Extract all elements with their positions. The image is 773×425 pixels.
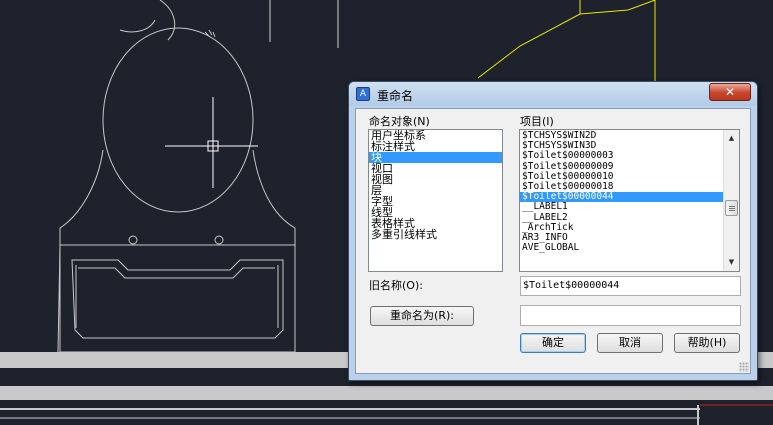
old-name-label: 旧名称(O): — [369, 279, 423, 292]
dialog-titlebar[interactable]: A 重命名 ✕ — [349, 82, 757, 106]
rename-to-input[interactable] — [520, 305, 741, 326]
items-label: 项目(I) — [520, 115, 554, 128]
list-item[interactable]: AVE_GLOBAL — [520, 242, 723, 253]
rename-dialog: A 重命名 ✕ 命名对象(N) 项目(I) 用户坐标系 标注样式块视口 视图层字型线… — [348, 81, 758, 381]
list-item[interactable]: __LABEL1 — [520, 202, 723, 212]
dialog-body: 命名对象(N) 项目(I) 用户坐标系 标注样式块视口 视图层字型 线型 表格样式 多重引… — [355, 108, 751, 374]
items-scrollbar[interactable]: ▲ ▼ — [723, 130, 739, 271]
items-list[interactable]: $TCHSYS$WIN2D $TCHSYS$WIN3D $Toilet$000000… — [519, 129, 740, 272]
rename-to-button[interactable]: 重命名为(R): — [370, 306, 474, 326]
resize-grip-icon[interactable] — [739, 362, 749, 372]
list-item[interactable]: 多重引线样式 — [369, 229, 502, 240]
cancel-button[interactable]: 取消 — [597, 333, 663, 353]
scroll-thumb[interactable] — [725, 200, 738, 216]
help-button[interactable]: 帮助(H) — [674, 333, 740, 353]
close-button[interactable]: ✕ — [709, 83, 751, 101]
scroll-up-icon[interactable]: ▲ — [724, 131, 739, 146]
list-item[interactable]: 视图 — [369, 174, 502, 185]
ok-button[interactable]: 确定 — [520, 333, 586, 353]
scroll-down-icon[interactable]: ▼ — [724, 255, 739, 270]
floor-band-2 — [0, 386, 773, 400]
old-name-field: $Toilet$00000044 — [520, 276, 741, 296]
list-item[interactable]: 标注样式 — [369, 141, 502, 152]
dialog-title: 重命名 — [377, 89, 414, 103]
app-icon: A — [356, 87, 370, 101]
named-objects-list[interactable]: 用户坐标系 标注样式块视口 视图层字型 线型 表格样式 多重引线样式 — [368, 129, 503, 272]
named-objects-label: 命名对象(N) — [369, 115, 430, 128]
